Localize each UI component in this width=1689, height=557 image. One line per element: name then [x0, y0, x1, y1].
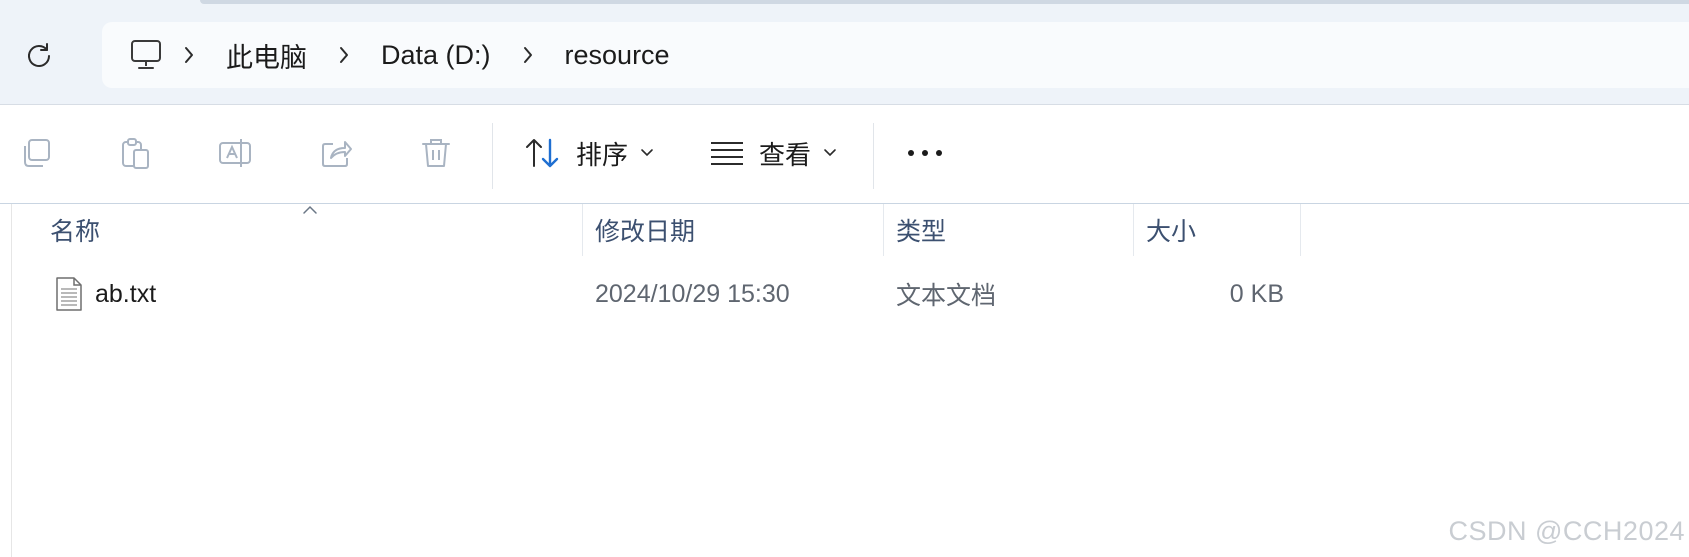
- watermark: CSDN @CCH2024: [1448, 516, 1685, 546]
- file-name-cell[interactable]: ab.txt: [54, 274, 156, 314]
- file-name: ab.txt: [95, 279, 157, 308]
- command-bar: 排序 查看: [0, 105, 1689, 204]
- share-button[interactable]: [316, 133, 356, 173]
- this-pc-button[interactable]: [128, 37, 164, 73]
- rename-button[interactable]: [215, 133, 255, 173]
- view-list-icon: [711, 142, 743, 165]
- column-resize-handle[interactable]: [1300, 204, 1301, 256]
- breadcrumb-drive[interactable]: Data (D:): [369, 40, 503, 71]
- paste-button[interactable]: [115, 133, 155, 173]
- breadcrumb-folder[interactable]: resource: [553, 40, 682, 71]
- refresh-button[interactable]: [22, 38, 56, 72]
- chevron-right-icon: [185, 47, 193, 63]
- chevron-down-icon: [824, 149, 836, 157]
- more-options-button[interactable]: [900, 133, 950, 173]
- chevron-right-icon: [340, 47, 348, 63]
- copy-button[interactable]: [16, 133, 56, 173]
- sort-ascending-indicator: [302, 202, 318, 220]
- view-label: 查看: [759, 139, 812, 170]
- column-header-size[interactable]: 大小: [1146, 204, 1196, 256]
- column-header-name[interactable]: 名称: [50, 204, 100, 256]
- file-size: 0 KB: [1229, 279, 1284, 308]
- more-icon: [908, 150, 942, 156]
- sort-label: 排序: [576, 139, 629, 170]
- column-resize-handle[interactable]: [1133, 204, 1134, 256]
- sort-icon: [526, 138, 559, 168]
- copy-icon: [24, 139, 50, 167]
- navigation-bar: 此电脑 Data (D:) resource: [0, 0, 1689, 105]
- delete-button[interactable]: [416, 133, 456, 173]
- file-type: 文本文档: [896, 282, 997, 310]
- computer-icon: [131, 40, 161, 69]
- breadcrumb-separator[interactable]: [503, 35, 553, 75]
- breadcrumb-this-pc[interactable]: 此电脑: [214, 36, 319, 75]
- column-header-type[interactable]: 类型: [896, 204, 946, 256]
- toolbar-divider: [873, 123, 874, 189]
- view-menu-button[interactable]: 查看: [709, 133, 837, 173]
- share-icon: [322, 141, 352, 167]
- file-modified: 2024/10/29 15:30: [595, 279, 790, 308]
- address-bar[interactable]: 此电脑 Data (D:) resource: [102, 22, 1689, 88]
- sort-menu-button[interactable]: 排序: [524, 133, 654, 173]
- navigation-pane-edge[interactable]: [0, 204, 12, 557]
- paste-icon: [122, 138, 149, 169]
- column-resize-handle[interactable]: [883, 204, 884, 256]
- column-resize-handle[interactable]: [582, 204, 583, 256]
- breadcrumb-separator[interactable]: [164, 35, 214, 75]
- chevron-right-icon: [523, 47, 532, 63]
- tab-strip-edge: [200, 0, 1689, 4]
- toolbar-divider: [492, 123, 493, 189]
- chevron-up-icon: [303, 205, 317, 214]
- column-header-modified[interactable]: 修改日期: [595, 204, 695, 256]
- breadcrumb-separator[interactable]: [319, 35, 369, 75]
- refresh-icon: [28, 43, 50, 67]
- text-file-icon: [56, 277, 82, 311]
- chevron-down-icon: [641, 149, 653, 157]
- delete-icon: [422, 139, 450, 167]
- rename-icon: [219, 139, 251, 167]
